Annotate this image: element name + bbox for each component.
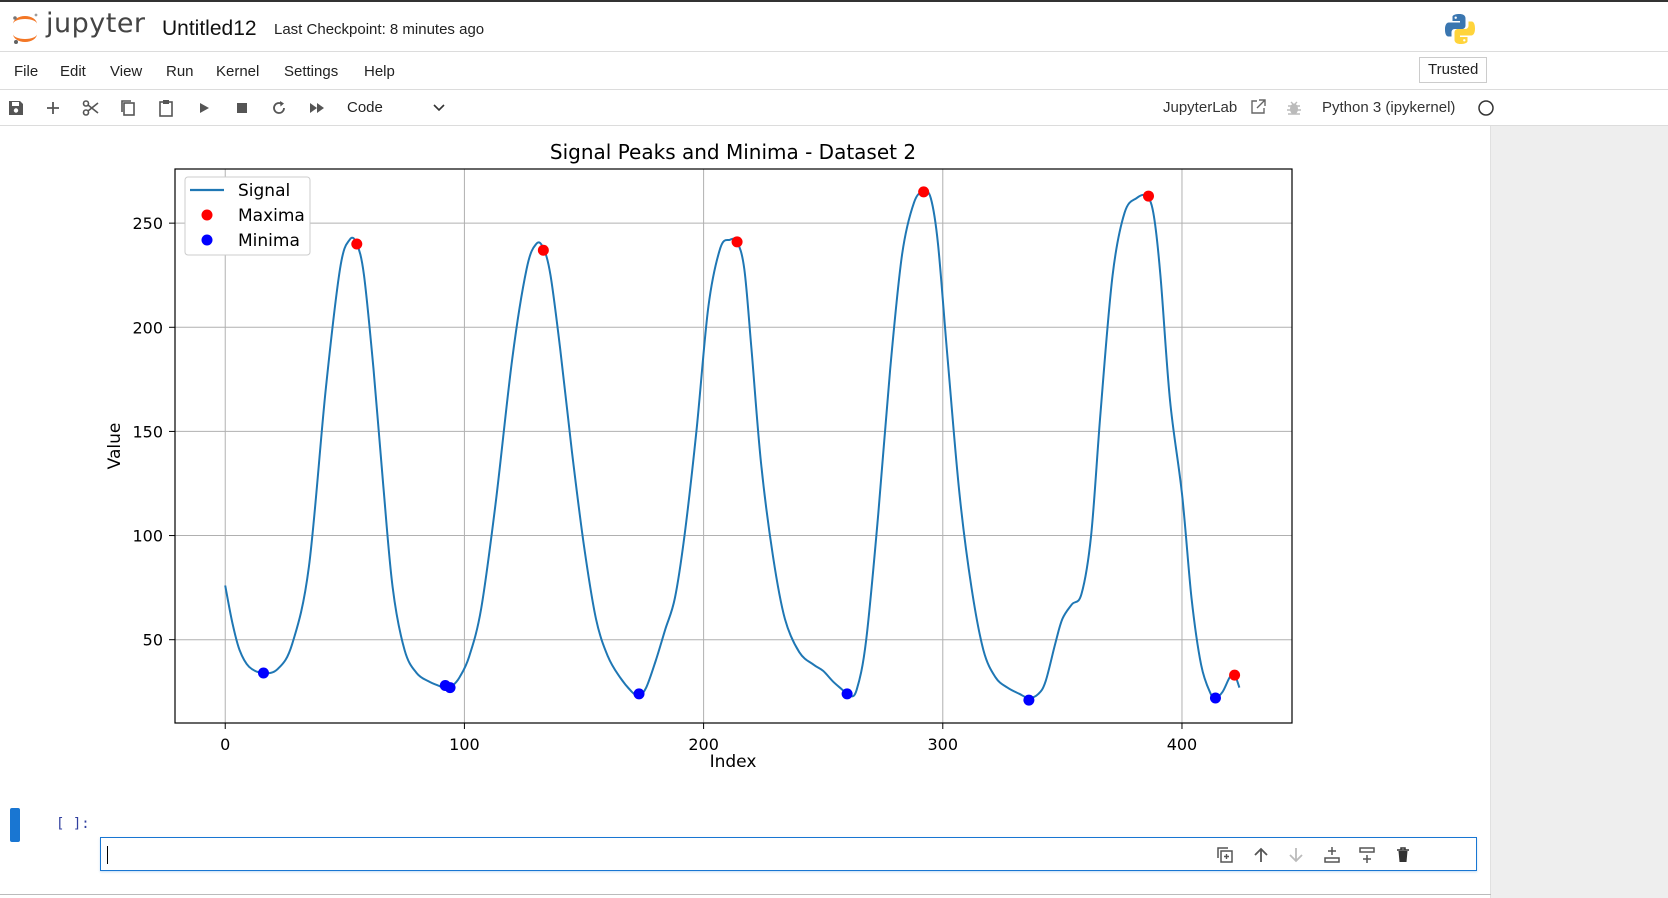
delete-cell-icon[interactable]	[1393, 845, 1413, 865]
y-axis-label: Value	[105, 423, 125, 470]
minima-point	[633, 688, 645, 700]
insert-below-icon[interactable]	[1322, 845, 1342, 865]
run-icon[interactable]	[194, 98, 214, 118]
top-bar: jupyter Untitled12 Last Checkpoint: 8 mi…	[0, 0, 1668, 52]
minima-point	[257, 667, 269, 679]
maxima-point	[1142, 190, 1154, 202]
menu-run[interactable]: Run	[166, 63, 194, 80]
right-gutter	[1491, 126, 1668, 898]
minima-point	[1023, 694, 1035, 706]
python-logo-icon	[1445, 14, 1475, 44]
text-cursor	[107, 846, 108, 864]
legend-marker-maxima	[201, 209, 213, 221]
stop-icon[interactable]	[232, 98, 252, 118]
restart-icon[interactable]	[269, 98, 289, 118]
menu-view[interactable]: View	[110, 63, 142, 80]
checkpoint-status: Last Checkpoint: 8 minutes ago	[274, 21, 485, 38]
x-tick-label: 100	[449, 735, 480, 754]
notebook-panel[interactable]: 0 100 200 300 400 50 100 150 200 250 Signal Peaks…	[0, 126, 1491, 898]
minima-point	[444, 682, 456, 694]
minima-point	[1209, 692, 1221, 704]
bug-icon[interactable]	[1285, 99, 1303, 117]
minima-point	[841, 688, 853, 700]
external-link-icon[interactable]	[1249, 98, 1267, 116]
y-tick-label: 50	[143, 631, 163, 650]
maxima-point	[537, 244, 549, 256]
jupyter-logo-icon[interactable]	[10, 10, 40, 46]
y-tick-label: 200	[132, 318, 163, 337]
x-axis-label: Index	[710, 752, 757, 772]
y-tick-label: 100	[132, 527, 163, 546]
chevron-down-icon[interactable]	[432, 101, 446, 115]
paste-icon[interactable]	[156, 98, 176, 118]
y-tick-label: 150	[132, 422, 163, 441]
move-up-icon[interactable]	[1251, 845, 1271, 865]
cut-icon[interactable]	[81, 98, 101, 118]
kernel-name[interactable]: Python 3 (ipykernel)	[1322, 99, 1455, 116]
y-tick-label: 250	[132, 214, 163, 233]
add-icon[interactable]	[43, 98, 63, 118]
maxima-point	[731, 236, 743, 248]
legend-label-signal: Signal	[238, 181, 290, 201]
maxima-point	[351, 238, 363, 250]
jupyter-wordmark: jupyter	[46, 8, 146, 39]
menu-file[interactable]: File	[14, 63, 38, 80]
legend-label-minima: Minima	[238, 231, 300, 251]
menu-edit[interactable]: Edit	[60, 63, 86, 80]
chart-title: Signal Peaks and Minima - Dataset 2	[550, 140, 916, 164]
maxima-point	[1229, 669, 1241, 681]
cell-prompt: [ ]:	[56, 816, 90, 832]
x-tick-label: 0	[220, 735, 230, 754]
kernel-idle-icon	[1478, 100, 1494, 116]
save-icon[interactable]	[6, 98, 26, 118]
notebook-title[interactable]: Untitled12	[162, 17, 257, 41]
duplicate-cell-icon[interactable]	[1215, 845, 1235, 865]
code-cell-input[interactable]	[100, 837, 1477, 871]
trusted-indicator[interactable]: Trusted	[1419, 57, 1488, 83]
legend-label-maxima: Maxima	[238, 206, 305, 226]
move-down-icon[interactable]	[1286, 845, 1306, 865]
jupyterlab-link[interactable]: JupyterLab	[1163, 99, 1237, 116]
active-cell-indicator	[10, 808, 20, 842]
menu-settings[interactable]: Settings	[284, 63, 338, 80]
fast-forward-icon[interactable]	[307, 98, 327, 118]
menu-kernel[interactable]: Kernel	[216, 63, 259, 80]
notebook-toolbar: Code JupyterLab Python 3 (ipykernel)	[0, 90, 1668, 126]
maxima-point	[918, 186, 930, 198]
x-tick-label: 300	[928, 735, 959, 754]
menu-help[interactable]: Help	[364, 63, 395, 80]
legend: Signal Maxima Minima	[184, 176, 311, 256]
copy-icon[interactable]	[118, 98, 138, 118]
bottom-divider	[0, 894, 1491, 895]
insert-above-icon[interactable]	[1357, 845, 1377, 865]
menu-bar: File Edit View Run Kernel Settings Help …	[0, 52, 1668, 90]
legend-marker-minima	[201, 234, 213, 246]
x-tick-label: 400	[1167, 735, 1198, 754]
signal-chart: 0 100 200 300 40050100150200250 Signal Peaks…	[105, 140, 1293, 772]
